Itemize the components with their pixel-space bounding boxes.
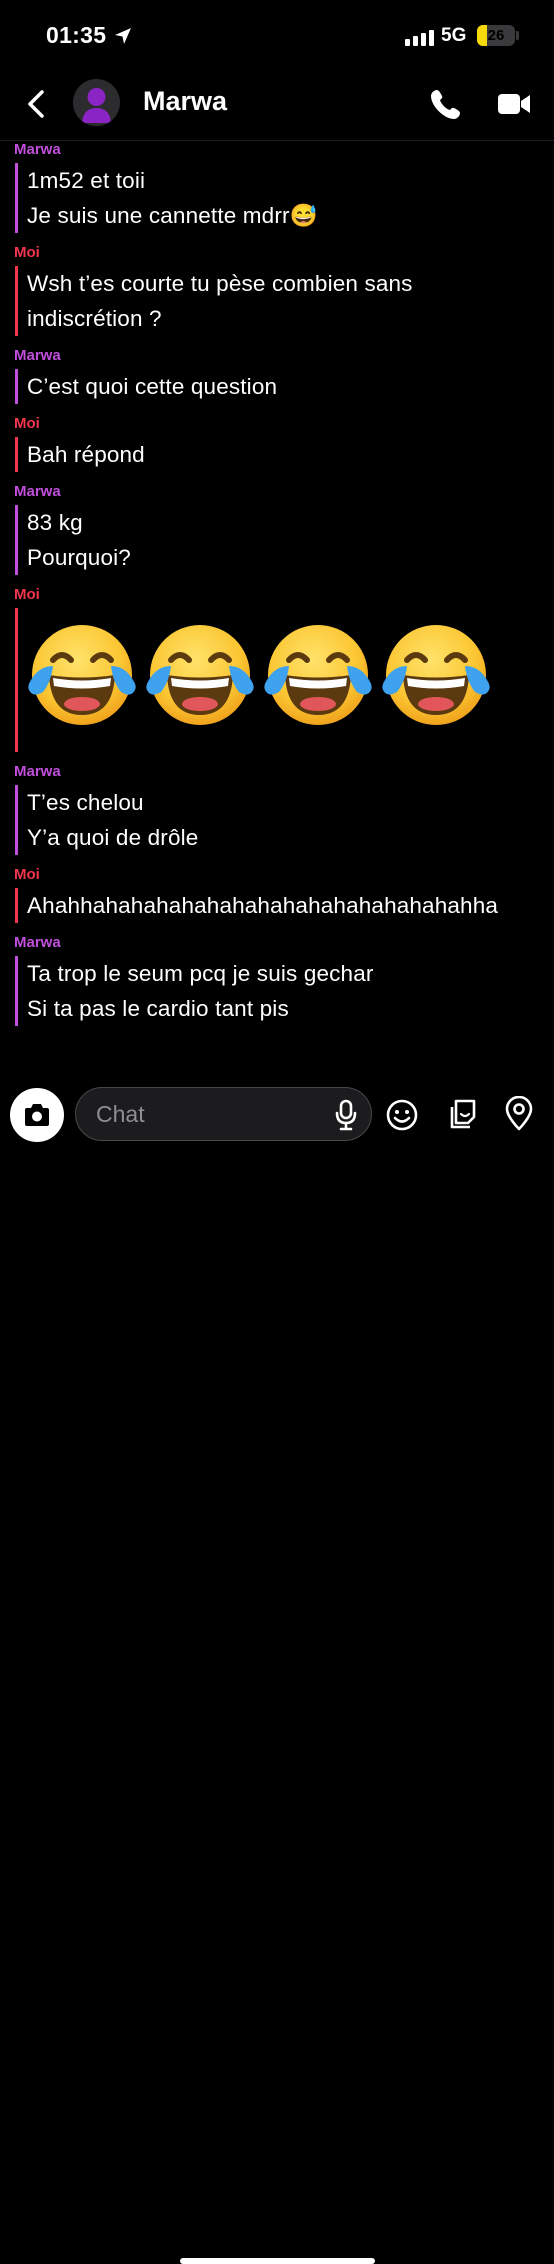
camera-icon <box>25 1104 49 1126</box>
message-text[interactable]: Pourquoi? <box>27 540 554 575</box>
sender-name: Marwa <box>14 483 61 500</box>
phone-icon[interactable] <box>428 86 464 122</box>
contact-name[interactable]: Marwa <box>143 86 227 117</box>
message-text[interactable]: Si ta pas le cardio tant pis <box>27 991 554 1026</box>
sender-name: Moi <box>14 415 40 432</box>
message-text[interactable]: 83 kg <box>27 505 554 540</box>
chat-input-placeholder: Chat <box>96 1101 145 1127</box>
message-group: Moi Wsh t’es courte tu pèse combien sans i… <box>14 244 554 336</box>
message-text[interactable]: indiscrétion ? <box>27 301 554 336</box>
sender-name: Marwa <box>14 141 61 158</box>
message-bubble[interactable]: C’est quoi cette question <box>15 369 554 404</box>
message-text[interactable]: C’est quoi cette question <box>27 369 554 404</box>
sender-name: Moi <box>14 586 40 603</box>
status-bar: 01:35 5G 26 <box>0 0 554 72</box>
smiley-icon[interactable] <box>385 1098 419 1132</box>
message-text[interactable]: T’es chelou <box>27 785 554 820</box>
tears-of-joy-emoji-icon <box>264 625 372 725</box>
sender-name: Moi <box>14 866 40 883</box>
battery-tip <box>516 31 519 40</box>
battery-level: 26 <box>487 27 505 44</box>
message-text[interactable]: Ahahhahahahahahahahahahahahahahahahha <box>27 888 554 923</box>
location-arrow-icon <box>115 28 131 44</box>
avatar[interactable] <box>73 79 120 126</box>
back-button[interactable] <box>18 84 54 124</box>
message-bubble[interactable]: 1m52 et toii Je suis une cannette mdrr😅 <box>15 163 554 233</box>
message-bubble[interactable]: 83 kg Pourquoi? <box>15 505 554 575</box>
message-group: Marwa T’es chelou Y’a quoi de drôle <box>14 763 554 855</box>
cellular-signal-icon <box>405 30 434 46</box>
network-type: 5G <box>441 25 467 46</box>
battery-icon: 26 <box>477 25 515 46</box>
message-group: Moi Bah répond <box>14 415 554 472</box>
message-bubble[interactable]: 😂😂😂😂 <box>15 608 554 752</box>
video-camera-icon[interactable] <box>496 88 532 120</box>
message-bubble[interactable]: Wsh t’es courte tu pèse combien sans indi… <box>15 266 554 336</box>
map-pin-icon[interactable] <box>502 1096 536 1132</box>
sender-name: Moi <box>14 244 40 261</box>
emoji-message[interactable]: 😂😂😂😂 <box>25 608 554 752</box>
message-text[interactable]: Ta trop le seum pcq je suis gechar <box>27 956 554 991</box>
sticker-icon[interactable] <box>444 1097 478 1131</box>
camera-button[interactable] <box>10 1088 64 1142</box>
status-time: 01:35 <box>46 22 107 48</box>
sender-name: Marwa <box>14 763 61 780</box>
message-group: Moi Ahahhahahahahahahahahahahahahahahahha <box>14 866 554 923</box>
message-text[interactable]: Wsh t’es courte tu pèse combien sans <box>27 266 554 301</box>
message-text[interactable]: Y’a quoi de drôle <box>27 820 554 855</box>
message-text[interactable]: Bah répond <box>27 437 554 472</box>
message-bubble[interactable]: Ta trop le seum pcq je suis gechar Si ta … <box>15 956 554 1026</box>
tears-of-joy-emoji-icon <box>382 625 490 725</box>
message-group: Marwa Ta trop le seum pcq je suis gechar S… <box>14 934 554 1026</box>
chat-input[interactable]: Chat <box>75 1087 372 1141</box>
message-group: Moi 😂😂😂😂 <box>14 586 554 752</box>
message-group: Marwa 1m52 et toii Je suis une cannette md… <box>14 141 554 233</box>
home-indicator[interactable] <box>180 2258 375 2264</box>
avatar-silhouette-icon <box>82 88 111 123</box>
message-group: Marwa 83 kg Pourquoi? <box>14 483 554 575</box>
message-bubble[interactable]: Ahahhahahahahahahahahahahahahahahahha <box>15 888 554 923</box>
message-group: Marwa C’est quoi cette question <box>14 347 554 404</box>
message-text[interactable]: 1m52 et toii <box>27 163 554 198</box>
tears-of-joy-emoji-icon <box>28 625 136 725</box>
chat-header: Marwa <box>0 72 554 141</box>
sender-name: Marwa <box>14 347 61 364</box>
message-text[interactable]: Je suis une cannette mdrr😅 <box>27 198 554 233</box>
message-bubble[interactable]: Bah répond <box>15 437 554 472</box>
message-list[interactable]: Marwa 1m52 et toii Je suis une cannette md… <box>0 141 554 1075</box>
tears-of-joy-emoji-icon <box>146 625 254 725</box>
microphone-icon[interactable] <box>332 1099 360 1131</box>
sender-name: Marwa <box>14 934 61 951</box>
message-bubble[interactable]: T’es chelou Y’a quoi de drôle <box>15 785 554 855</box>
composer-bar: Chat <box>0 1076 554 2264</box>
